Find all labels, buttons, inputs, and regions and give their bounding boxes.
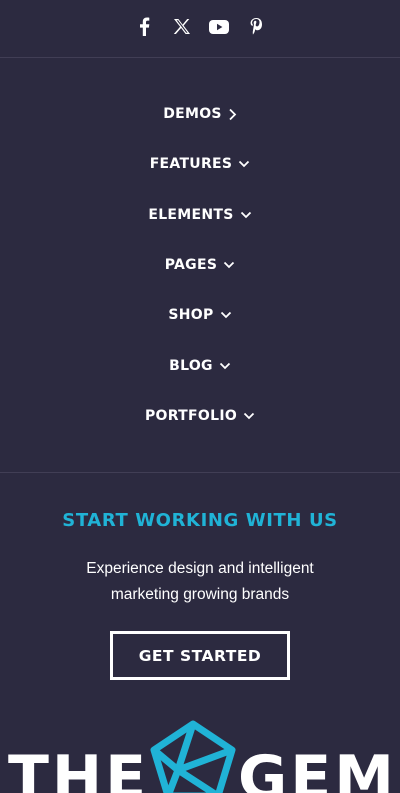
main-navigation: DEMOS FEATURES ELEMENTS PAGES SHOP BLOG … — [0, 59, 400, 473]
nav-item-label: BLOG — [169, 358, 213, 374]
nav-item-portfolio[interactable]: PORTFOLIO — [0, 398, 400, 434]
nav-item-label: DEMOS — [163, 106, 222, 122]
chevron-right-icon — [228, 108, 237, 121]
nav-item-demos[interactable]: DEMOS — [0, 96, 400, 132]
nav-item-features[interactable]: FEATURES — [0, 146, 400, 182]
cta-description-line: Experience design and intelligent — [86, 560, 314, 577]
x-icon[interactable] — [172, 17, 192, 37]
pinterest-icon[interactable] — [246, 17, 266, 37]
nav-item-label: PORTFOLIO — [144, 408, 238, 424]
youtube-icon[interactable] — [208, 17, 229, 37]
chevron-down-icon — [243, 412, 255, 420]
nav-item-label: FEATURES — [149, 156, 233, 172]
nav-item-pages[interactable]: PAGES — [0, 247, 400, 283]
chevron-down-icon — [219, 362, 231, 370]
chevron-down-icon — [240, 211, 252, 219]
logo-word-right: GEM — [238, 743, 397, 793]
facebook-icon[interactable] — [135, 17, 155, 37]
chevron-down-icon — [220, 311, 232, 319]
chevron-down-icon — [238, 160, 250, 168]
nav-item-elements[interactable]: ELEMENTS — [0, 197, 400, 233]
nav-item-label: ELEMENTS — [148, 207, 234, 223]
footer-menu-panel: DEMOS FEATURES ELEMENTS PAGES SHOP BLOG … — [0, 0, 400, 793]
get-started-button[interactable]: GET STARTED — [110, 631, 290, 680]
nav-item-blog[interactable]: BLOG — [0, 348, 400, 384]
nav-item-shop[interactable]: SHOP — [0, 297, 400, 333]
logo-pentagon-icon — [150, 720, 236, 793]
cta-description-line: marketing growing brands — [110, 586, 290, 603]
logo-word-left: THE — [8, 743, 150, 793]
cta-description: Experience design and intelligent market… — [60, 556, 340, 608]
nav-item-label: PAGES — [164, 257, 218, 273]
thegem-logo[interactable]: THE GEM — [0, 718, 400, 793]
nav-item-label: SHOP — [168, 307, 214, 323]
chevron-down-icon — [223, 261, 235, 269]
social-links — [0, 0, 400, 58]
cta-title: START WORKING WITH US — [62, 510, 338, 531]
